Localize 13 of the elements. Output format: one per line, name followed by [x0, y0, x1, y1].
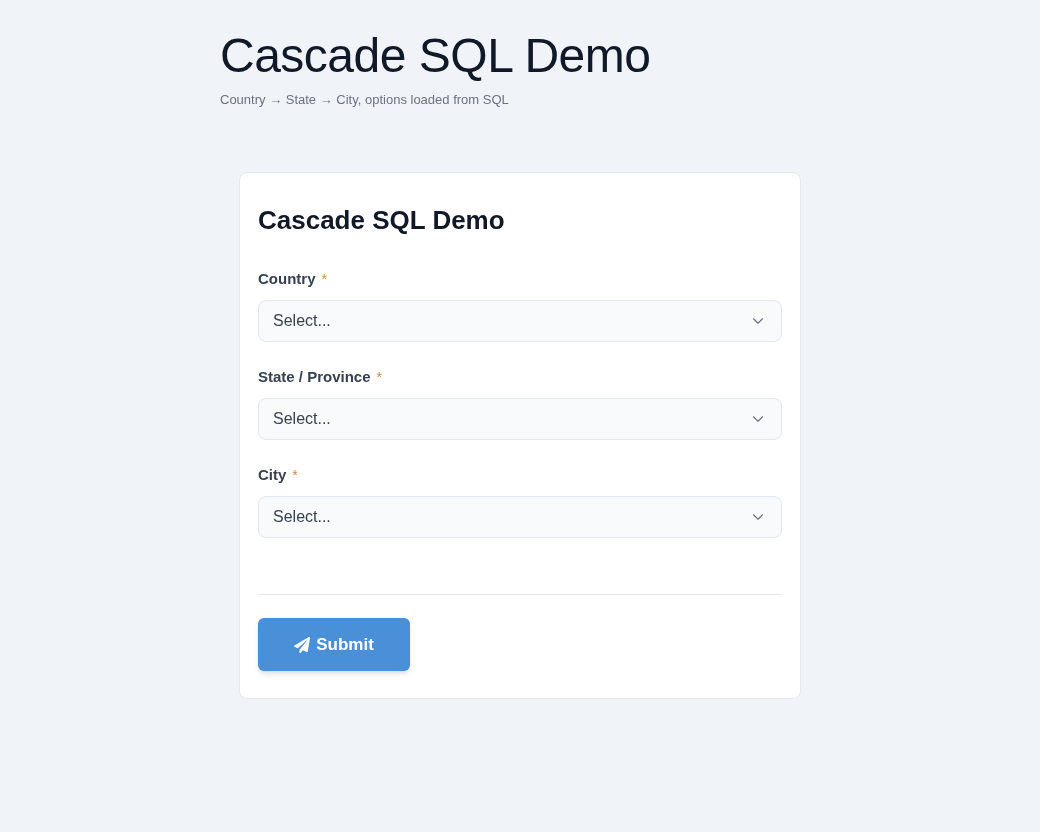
select-field[interactable]: Select... [258, 300, 782, 342]
page-subtitle: Country → State → City, options loaded from SQL [220, 91, 509, 109]
field-label: State / Province [258, 366, 371, 387]
select-field[interactable]: Select... [258, 496, 782, 538]
field-label: Country [258, 268, 316, 289]
required-asterisk: * [376, 367, 382, 387]
form-title: Cascade SQL Demo [258, 204, 505, 237]
page-title: Cascade SQL Demo [220, 28, 651, 84]
paper-plane-icon [294, 636, 311, 653]
required-asterisk: * [321, 269, 327, 289]
required-asterisk: * [292, 465, 298, 485]
select-field[interactable]: Select... [258, 398, 782, 440]
field-label: City [258, 464, 287, 485]
